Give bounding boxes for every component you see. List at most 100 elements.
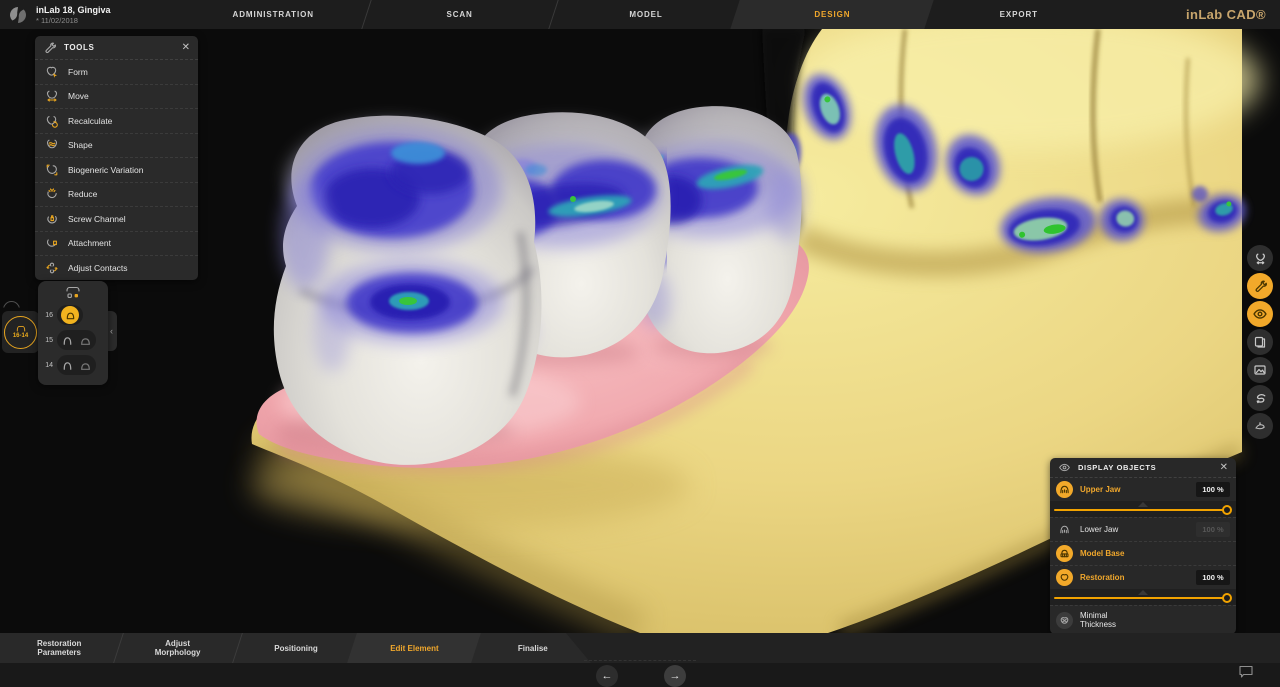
tool-attachment[interactable]: Attachment [35,231,198,256]
tool-form[interactable]: Form [35,60,198,84]
tooth-recalculate-icon [45,114,59,128]
top-bar: inLab 18, Gingiva * 11/02/2018 ADMINISTR… [0,0,1280,29]
restoration-slider[interactable] [1050,589,1236,605]
step-back-button[interactable]: ← [596,665,618,687]
tab-export[interactable]: EXPORT [926,0,1112,29]
workflow-edge-dashes [584,660,696,661]
feedback-button[interactable] [1238,664,1254,684]
display-row-upper-jaw[interactable]: Upper Jaw 100 % [1050,478,1236,501]
slider-track [1054,509,1230,511]
tool-move[interactable]: Move [35,84,198,109]
tab-model[interactable]: MODEL [553,0,739,29]
tools-panel: TOOLS ✕ Form Move Recalculate [35,36,198,280]
display-row-minimal-thickness[interactable]: Minimal Thickness [1050,605,1236,634]
wrench-icon [43,41,57,55]
display-objects-close-icon[interactable]: ✕ [1220,463,1228,473]
tooth-cursor-icon [45,65,59,79]
step-adjust-morphology[interactable]: Adjust Morphology [118,633,236,663]
slider-knob[interactable] [1222,505,1232,515]
crown-outline-icon [79,359,92,372]
tooth-selector-panel: 16 15 14 [38,281,108,385]
display-objects-header: DISPLAY OBJECTS ✕ [1050,458,1236,478]
tab-administration[interactable]: ADMINISTRATION [180,0,366,29]
tool-reduce[interactable]: Reduce [35,182,198,207]
tools-panel-header: TOOLS ✕ [35,36,198,60]
tools-panel-title: TOOLS [64,43,94,52]
tab-design[interactable]: DESIGN [739,0,925,29]
minimal-thickness-icon [1056,612,1073,629]
logo-area: inLab 18, Gingiva * 11/02/2018 [0,0,180,29]
tool-adjust-contacts[interactable]: Adjust Contacts [35,255,198,280]
slider-notch [1138,502,1148,507]
tooth-15-options[interactable] [57,330,96,350]
upper-jaw-icon [1056,481,1073,498]
slider-track [1054,597,1230,599]
tooth-16-restoration[interactable] [57,305,83,325]
crown-outline-icon [79,334,92,347]
step-finalise[interactable]: Finalise [474,633,592,663]
crown-filled-icon [61,306,79,324]
smooth-margin-icon[interactable] [1247,385,1273,411]
phase-tabs: ADMINISTRATION SCAN MODEL DESIGN EXPORT [180,0,1112,29]
tool-recalculate[interactable]: Recalculate [35,108,198,133]
bottom-strip [0,663,1280,687]
slider-knob[interactable] [1222,593,1232,603]
project-title: inLab 18, Gingiva [36,5,111,16]
tooth-move-icon [45,89,59,103]
lower-jaw-icon [1056,521,1073,538]
restoration-range-circle: 16-14 [4,316,37,349]
display-objects-panel: DISPLAY OBJECTS ✕ Upper Jaw 100 % Lower … [1050,458,1236,634]
restoration-range-label: 16-14 [13,333,28,339]
object-list-icon[interactable] [1247,329,1273,355]
step-restoration-parameters[interactable]: Restoration Parameters [0,633,118,663]
model-base-icon [1056,545,1073,562]
display-objects-icon[interactable] [1247,301,1273,327]
display-row-lower-jaw[interactable]: Lower Jaw 100 % [1050,517,1236,541]
display-objects-title: DISPLAY OBJECTS [1078,463,1156,472]
crown-16 [274,116,542,465]
tooth-reduce-icon [45,187,59,201]
inlab-cad-window: inLab 18, Gingiva * 11/02/2018 ADMINISTR… [0,0,1280,687]
tooth-shape-icon [45,138,59,152]
tools-icon[interactable] [1247,273,1273,299]
upper-jaw-value: 100 % [1196,482,1230,497]
tools-close-icon[interactable]: ✕ [182,43,190,53]
sirona-logo [9,6,27,24]
slider-notch [1138,590,1148,595]
tool-shape[interactable]: Shape [35,133,198,158]
tooth-row-16: 16 [42,305,108,325]
tooth-row-14: 14 [42,355,108,375]
restoration-icon [1056,569,1073,586]
step-forward-button[interactable]: → [664,665,686,687]
restoration-range-badge[interactable]: 16-14 [2,311,39,353]
screw-channel-icon [45,212,59,226]
step-edit-element[interactable]: Edit Element [355,633,473,663]
tooth-variation-icon [45,163,59,177]
adjust-contacts-icon [45,261,59,275]
workflow-bar: Restoration Parameters Adjust Morphology… [0,633,592,663]
tooth-14-options[interactable] [57,355,96,375]
bridge-icon [16,325,26,332]
tooth-row-15: 15 [42,330,108,350]
tool-biogeneric-variation[interactable]: Biogeneric Variation [35,157,198,182]
project-info: inLab 18, Gingiva * 11/02/2018 [36,5,111,25]
display-row-model-base[interactable]: Model Base [1050,541,1236,565]
step-positioning[interactable]: Positioning [237,633,355,663]
attachment-icon [45,236,59,250]
project-date: * 11/02/2018 [36,16,111,25]
display-row-restoration[interactable]: Restoration 100 % [1050,565,1236,589]
eye-icon [1058,461,1071,474]
tab-scan[interactable]: SCAN [366,0,552,29]
view-options-icon[interactable] [1247,357,1273,383]
right-toolbar [1247,245,1273,439]
brand-logo: inLab CAD® [1112,0,1280,29]
tooth-outline-icon [61,334,74,347]
upper-jaw-slider[interactable] [1050,501,1236,517]
polish-icon[interactable] [1247,413,1273,439]
lower-jaw-value: 100 % [1196,522,1230,537]
jaw-motion-icon[interactable] [1247,245,1273,271]
bridge-icon [65,286,81,300]
tool-screw-channel[interactable]: Screw Channel [35,206,198,231]
tooth-outline-icon [61,359,74,372]
bottom-bar-area: Restoration Parameters Adjust Morphology… [0,633,1280,687]
